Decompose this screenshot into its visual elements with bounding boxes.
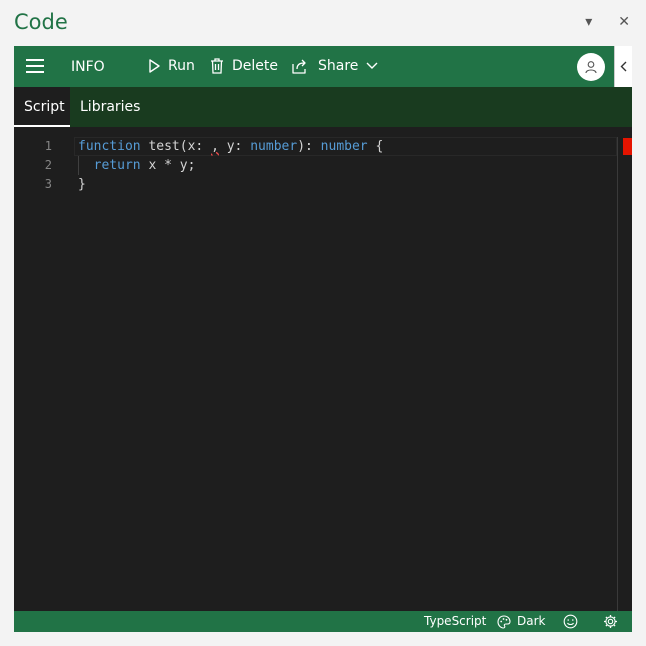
gear-icon [604, 615, 617, 628]
theme-label: Dark [517, 614, 546, 628]
theme-selector[interactable]: Dark [497, 611, 545, 632]
pane-title: Code [14, 10, 68, 34]
code-token: function [78, 139, 141, 154]
palette-icon [497, 614, 511, 629]
info-label[interactable]: INFO [71, 59, 105, 75]
share-icon [292, 59, 306, 74]
feedback-button[interactable] [563, 611, 578, 632]
code-token: y: [218, 139, 251, 154]
code-editor-frame: INFO Run Delete Share Script Libraries 1… [14, 46, 632, 632]
settings-button[interactable] [603, 611, 618, 632]
code-line[interactable]: } [78, 175, 383, 194]
pane-close-icon[interactable]: ✕ [618, 14, 630, 30]
code-token: number [320, 139, 368, 154]
delete-button[interactable]: Delete [210, 58, 278, 74]
code-token: x * y; [140, 158, 196, 173]
line-number: 1 [44, 139, 52, 153]
run-label: Run [168, 58, 195, 74]
line-number-gutter: 1 2 3 [14, 137, 58, 194]
code-lines: function test(x: , y: number): number { … [78, 137, 383, 194]
code-token: ): [297, 139, 321, 154]
language-selector[interactable]: TypeScript [424, 611, 486, 632]
play-icon [149, 59, 160, 73]
vertical-scrollbar[interactable] [617, 137, 618, 611]
tab-libraries[interactable]: Libraries [70, 87, 150, 127]
share-button[interactable]: Share [292, 58, 378, 74]
pane-options-chevron-icon[interactable]: ▾ [585, 14, 592, 30]
share-label: Share [318, 58, 359, 74]
status-bar: TypeScript Dark [14, 611, 632, 632]
toolbar: INFO Run Delete Share [14, 46, 614, 87]
code-token: } [78, 177, 86, 192]
code-line[interactable]: function test(x: , y: number): number { [78, 137, 383, 156]
smiley-icon [563, 614, 578, 629]
error-marker[interactable] [623, 138, 632, 155]
code-token: test(x: [140, 139, 212, 154]
code-token: number [250, 139, 298, 154]
run-button[interactable]: Run [148, 58, 195, 74]
code-token: return [93, 158, 141, 173]
line-number: 3 [44, 177, 52, 191]
code-editor[interactable]: 1 2 3 function test(x: , y: number): num… [14, 127, 632, 611]
pane-controls: ▾ ✕ [585, 14, 630, 30]
tab-script[interactable]: Script [14, 87, 70, 127]
collapse-panel-button[interactable] [614, 46, 632, 87]
line-number: 2 [44, 158, 52, 172]
user-icon [585, 61, 597, 74]
hamburger-icon[interactable] [26, 59, 44, 73]
code-line[interactable]: return x * y; [78, 156, 383, 175]
trash-icon [211, 58, 223, 74]
code-token: { [367, 139, 384, 154]
chevron-down-icon[interactable] [366, 62, 378, 70]
tab-bar: Script Libraries [14, 87, 632, 127]
delete-label: Delete [232, 58, 278, 74]
chevron-left-icon [620, 61, 627, 72]
syntax-error-token: , [211, 139, 219, 154]
user-avatar[interactable] [577, 53, 605, 81]
